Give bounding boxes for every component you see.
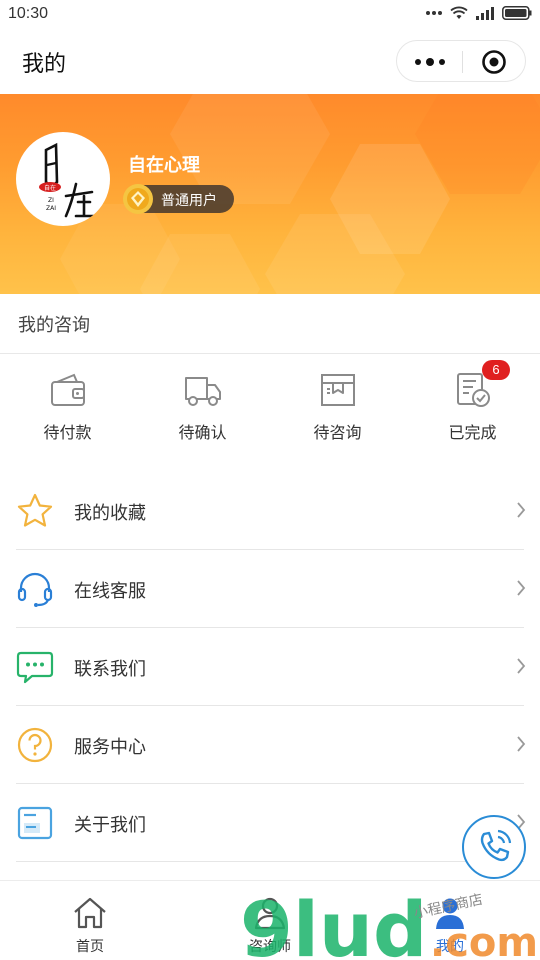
wifi-icon: [450, 6, 468, 19]
order-label: 待确认: [178, 423, 227, 442]
completed-count-badge: 6: [482, 360, 510, 380]
info-card-icon: [17, 806, 53, 840]
membership-level: 普通用户: [161, 193, 217, 209]
star-icon: [17, 493, 53, 527]
tab-mine[interactable]: 我的: [360, 881, 540, 960]
more-options-button[interactable]: [411, 51, 449, 73]
phone-icon: [480, 829, 512, 862]
box-icon: [321, 374, 355, 406]
order-completed[interactable]: 已完成: [405, 355, 540, 465]
chevron-right-icon: [517, 580, 526, 596]
menu-capsule: [396, 40, 526, 82]
wallet-icon: [51, 373, 85, 406]
call-button[interactable]: [462, 815, 526, 879]
order-pending-payment[interactable]: 待付款: [0, 355, 135, 465]
profile-icon: [436, 898, 464, 929]
menu-item-label: 联系我们: [74, 659, 146, 680]
tab-bar: 首页 咨询师 我的: [0, 880, 540, 960]
menu-item-label: 服务中心: [74, 737, 146, 758]
menu-item-label: 关于我们: [74, 815, 146, 836]
question-icon: [17, 727, 53, 763]
battery-icon: [502, 6, 532, 20]
order-label: 待付款: [43, 423, 92, 442]
consult-section-title: 我的咨询: [18, 315, 90, 336]
medal-icon: [123, 184, 153, 214]
membership-badge: 普通用户: [123, 184, 234, 214]
menu-item-favorites[interactable]: 我的收藏: [0, 472, 540, 550]
menu-item-label: 我的收藏: [74, 503, 146, 524]
status-time: 10:30: [8, 5, 49, 22]
order-pending-confirm[interactable]: 待确认: [135, 355, 270, 465]
chevron-right-icon: [517, 658, 526, 674]
status-bar: 10:30: [0, 0, 540, 30]
order-label: 待咨询: [313, 423, 362, 442]
more-dots-icon: [426, 11, 442, 15]
title-bar: 我的: [0, 30, 540, 94]
menu-item-service-center[interactable]: 服务中心: [0, 706, 540, 784]
order-status-row: 待付款 待确认 待咨询 已完成: [0, 355, 540, 465]
avatar[interactable]: 自在 ZI ZAI: [16, 132, 110, 226]
headset-icon: [17, 572, 53, 607]
tab-label: 咨询师: [249, 939, 291, 955]
tab-counselors[interactable]: 咨询师: [180, 881, 360, 960]
page-title: 我的: [22, 52, 67, 77]
consult-section-header[interactable]: 我的咨询: [0, 294, 540, 354]
counselor-icon: [254, 897, 286, 930]
order-label: 已完成: [448, 423, 497, 442]
tab-home[interactable]: 首页: [0, 881, 180, 960]
user-name: 自在心理: [128, 155, 200, 176]
menu-item-about-us[interactable]: 关于我们: [0, 784, 540, 862]
menu-item-online-service[interactable]: 在线客服: [0, 550, 540, 628]
tab-label: 我的: [436, 939, 464, 955]
close-miniprogram-icon[interactable]: [481, 49, 507, 75]
svg-text:ZI: ZI: [48, 197, 54, 204]
capsule-divider: [462, 51, 463, 73]
truck-icon: [185, 377, 221, 406]
menu-divider: [16, 861, 524, 862]
home-icon: [74, 897, 106, 929]
menu-item-contact-us[interactable]: 联系我们: [0, 628, 540, 706]
signal-icon: [476, 7, 494, 20]
tab-label: 首页: [76, 939, 104, 955]
svg-text:自在: 自在: [44, 184, 56, 192]
order-pending-consult[interactable]: 待咨询: [270, 355, 405, 465]
chevron-right-icon: [517, 736, 526, 752]
svg-text:ZAI: ZAI: [46, 205, 56, 212]
menu-item-label: 在线客服: [74, 581, 146, 602]
chevron-right-icon: [517, 502, 526, 518]
chat-bubble-icon: [16, 651, 54, 684]
zizai-logo-icon: 自在 ZI ZAI: [39, 142, 96, 218]
status-icons: [426, 6, 532, 20]
profile-banner: 自在 ZI ZAI 自在心理 普通用户: [0, 94, 540, 294]
